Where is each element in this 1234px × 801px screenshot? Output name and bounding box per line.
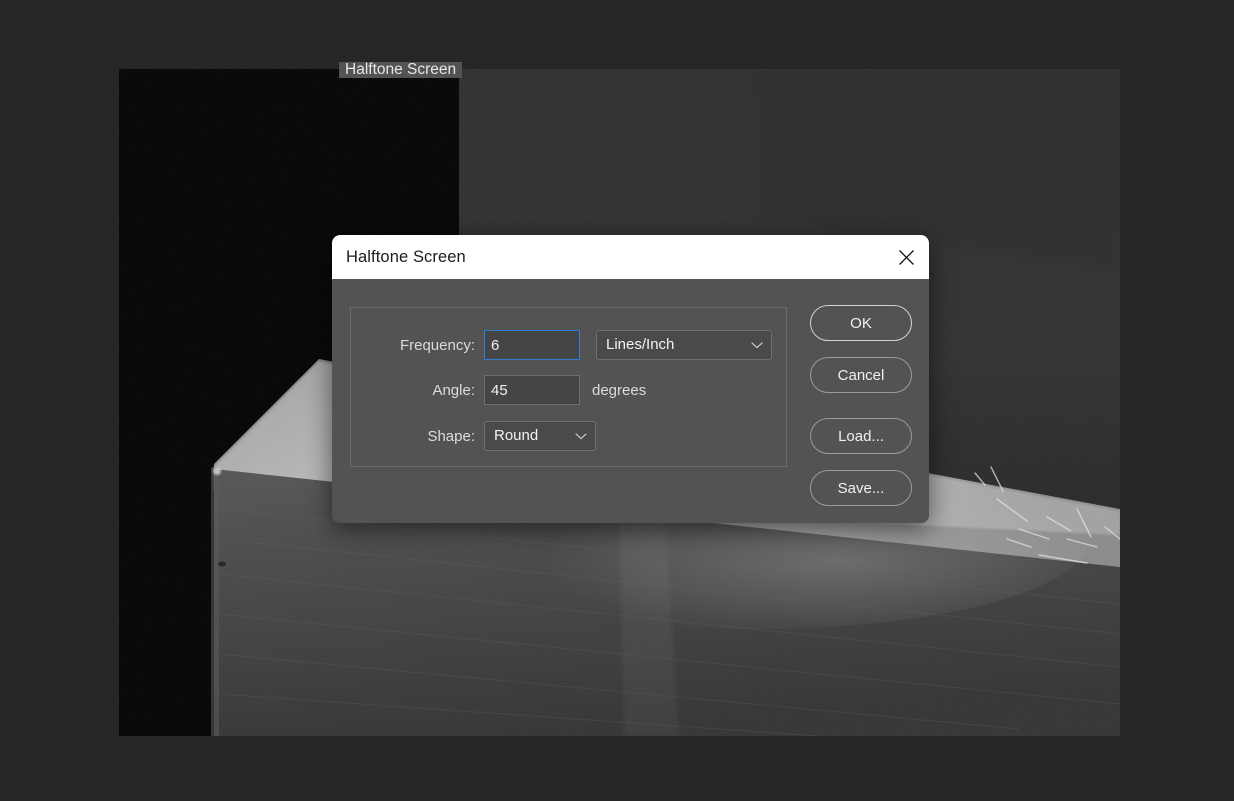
units-select-value: Lines/Inch	[606, 336, 675, 353]
close-icon	[898, 249, 915, 266]
ok-button[interactable]: OK	[810, 305, 912, 341]
frequency-row: Frequency: Lines/Inch	[383, 330, 772, 360]
degrees-label: degrees	[592, 381, 647, 399]
frequency-input[interactable]	[484, 330, 580, 360]
shape-row: Shape: Round	[415, 421, 596, 451]
angle-input[interactable]	[484, 375, 580, 405]
chevron-down-icon	[575, 422, 587, 450]
dialog-title: Halftone Screen	[346, 248, 466, 266]
units-select[interactable]: Lines/Inch	[596, 330, 772, 360]
dialog-titlebar: Halftone Screen	[332, 235, 929, 279]
cancel-button[interactable]: Cancel	[810, 357, 912, 393]
frequency-label: Frequency:	[399, 336, 475, 354]
chevron-down-icon	[751, 331, 763, 359]
save-button[interactable]: Save...	[810, 470, 912, 506]
shape-label: Shape:	[427, 427, 475, 445]
load-button[interactable]: Load...	[810, 418, 912, 454]
shape-select-value: Round	[494, 427, 539, 444]
angle-row: Angle: degrees	[418, 375, 646, 405]
shape-select[interactable]: Round	[484, 421, 596, 451]
angle-label: Angle:	[432, 381, 475, 399]
groupbox-legend: Halftone Screen	[339, 62, 463, 78]
app-window: Halftone Screen Halftone Screen Frequenc…	[0, 0, 1234, 801]
close-button[interactable]	[883, 235, 929, 279]
